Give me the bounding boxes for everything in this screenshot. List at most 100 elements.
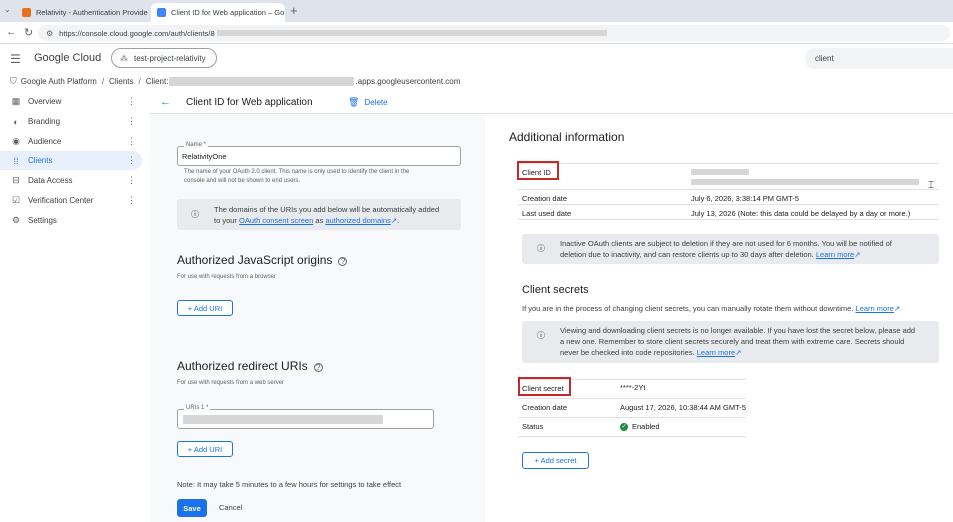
additional-info-title: Additional information	[509, 130, 625, 144]
back-arrow-icon[interactable]: ←	[160, 96, 171, 108]
close-tab-icon[interactable]: ×	[284, 8, 285, 18]
sidebar-item-label: Settings	[28, 216, 57, 225]
client-secrets-sub-text: If you are in the process of changing cl…	[522, 304, 854, 313]
checklist-icon: ☑	[11, 195, 21, 205]
sidebar-item-verification-center[interactable]: ☑ Verification Center ⋮	[0, 191, 142, 210]
add-secret-button[interactable]: + Add secret	[522, 452, 589, 469]
more-vert-icon[interactable]: ⋮	[127, 175, 136, 186]
reload-icon[interactable]: ↻	[24, 26, 33, 39]
name-field-label: Name *	[184, 142, 209, 148]
project-name: test-project-relativity	[134, 53, 206, 63]
name-hint-line-1: The name of your OAuth 2.0 client. This …	[184, 169, 410, 175]
dashboard-icon: ▦	[11, 96, 21, 106]
sidebar-nav: ▦ Overview ⋮ ◐ Branding ⋮ ◉ Audience ⋮ ⁞…	[0, 91, 150, 522]
client-id-row: Client ID	[518, 163, 939, 190]
sidebar-item-audience[interactable]: ◉ Audience ⋮	[0, 132, 142, 151]
authorized-domains-link[interactable]: authorized domains	[325, 216, 390, 225]
rotate-learn-more-link[interactable]: Learn more	[856, 304, 894, 313]
google-cloud-logo[interactable]: Google Cloud	[34, 52, 101, 64]
add-redirect-uri-button[interactable]: + Add URI	[177, 441, 233, 457]
trash-icon: 🗑	[348, 97, 360, 107]
secrets-info-line-1: Viewing and downloading client secrets i…	[560, 326, 916, 335]
info-icon: ⓘ	[537, 331, 545, 340]
relativity-favicon-icon	[22, 8, 31, 17]
sidebar-item-data-access[interactable]: ⊟ Data Access ⋮	[0, 171, 142, 190]
new-tab-plus-icon[interactable]: +	[290, 3, 298, 18]
more-vert-icon[interactable]: ⋮	[127, 155, 136, 166]
secrets-info-box: ⓘ Viewing and downloading client secrets…	[522, 321, 939, 363]
delete-button[interactable]: 🗑 Delete	[348, 97, 388, 108]
redacted-client-id	[169, 76, 355, 86]
google-shield-favicon-icon	[157, 8, 166, 17]
more-vert-icon[interactable]: ⋮	[127, 96, 136, 107]
breadcrumb-separator: /	[138, 76, 141, 86]
sidebar-item-overview[interactable]: ▦ Overview ⋮	[0, 92, 142, 111]
sidebar-item-clients[interactable]: ⁞⁞ Clients ⋮	[0, 151, 142, 170]
creation-date-row: Creation date July 6, 2026, 3:38:14 PM G…	[518, 191, 939, 205]
breadcrumb-clients[interactable]: Clients	[109, 77, 133, 86]
domains-info-box: ⓘ The domains of the URIs you add below …	[177, 199, 461, 230]
url-field[interactable]: ⚙ https://console.cloud.google.com/auth/…	[38, 25, 950, 41]
settings-note: Note: It may take 5 minutes to a few hou…	[177, 480, 402, 489]
hamburger-menu-icon[interactable]: ☰	[10, 52, 21, 66]
last-used-row: Last used date July 13, 2026 (Note: this…	[518, 206, 939, 220]
info-icon: ⓘ	[537, 244, 545, 253]
more-vert-icon[interactable]: ⋮	[127, 195, 136, 206]
page-title-row: ← Client ID for Web application 🗑 Delete	[150, 92, 953, 114]
sidebar-item-label: Data Access	[28, 176, 73, 185]
secrets-learn-more-link[interactable]: Learn more	[697, 348, 735, 357]
js-origins-title: Authorized JavaScript origins	[177, 253, 333, 267]
inactive-learn-more-link[interactable]: Learn more	[816, 250, 854, 259]
save-button[interactable]: Save	[177, 499, 207, 517]
close-tab-icon[interactable]: ×	[148, 8, 150, 18]
back-arrow-icon[interactable]: ←	[6, 26, 17, 38]
info-icon: ⓘ	[191, 210, 199, 219]
tab-list-chevron-icon[interactable]: ⌄	[4, 5, 11, 14]
oauth-consent-screen-link[interactable]: OAuth consent screen	[239, 216, 313, 225]
tab-title: Client ID for Web application – Go	[171, 8, 285, 17]
redirect-uris-heading: Authorized redirect URIs?	[177, 359, 323, 373]
gear-icon: ⚙	[11, 215, 21, 225]
search-value: client	[815, 54, 834, 63]
sidebar-item-settings[interactable]: ⚙ Settings	[0, 211, 142, 230]
help-icon[interactable]: ?	[338, 257, 348, 266]
redacted-url	[216, 30, 607, 36]
search-input[interactable]: client	[805, 48, 953, 69]
sidebar-item-label: Overview	[28, 97, 62, 106]
secret-creation-date-label: Creation date	[522, 403, 568, 412]
tab-title: Relativity - Authentication Provide	[36, 8, 148, 17]
domains-info-line-2: to your	[214, 216, 237, 225]
browser-tab-relativity[interactable]: Relativity - Authentication Provide ×	[16, 3, 150, 22]
more-vert-icon[interactable]: ⋮	[127, 116, 136, 127]
help-icon[interactable]: ?	[313, 363, 323, 372]
status-badge: ✓ Enabled	[620, 422, 660, 431]
domains-as-text: as	[315, 216, 324, 225]
site-info-icon[interactable]: ⚙	[46, 29, 53, 38]
inactive-info-line-2: deletion due to inactivity, and can rest…	[560, 250, 814, 259]
redacted-uri-value	[183, 415, 383, 424]
check-circle-icon: ✓	[620, 422, 628, 431]
add-js-origin-uri-button[interactable]: + Add URI	[177, 300, 233, 316]
external-link-icon: ↗	[893, 304, 901, 313]
sidebar-item-label: Branding	[28, 117, 61, 126]
breadcrumb-root[interactable]: Google Auth Platform	[21, 77, 97, 86]
name-field[interactable]: Name * RelativityOne	[177, 142, 461, 166]
cancel-button[interactable]: Cancel	[219, 503, 242, 512]
grid-icon: ⁞⁞	[13, 155, 19, 166]
redirect-uris-sub: For use with requests from a web server	[177, 380, 285, 386]
js-origins-heading: Authorized JavaScript origins?	[177, 253, 348, 267]
browser-tab-client-id[interactable]: Client ID for Web application – Go ×	[151, 3, 285, 22]
inactive-info-box: ⓘ Inactive OAuth clients are subject to …	[522, 234, 939, 264]
redirect-uris-title: Authorized redirect URIs	[177, 359, 308, 373]
more-vert-icon[interactable]: ⋮	[127, 136, 136, 147]
last-used-label: Last used date	[522, 209, 572, 218]
project-picker[interactable]: ⁂ test-project-relativity	[111, 48, 217, 68]
client-secret-highlight	[518, 377, 571, 396]
inactive-info-line-1: Inactive OAuth clients are subject to de…	[560, 239, 892, 248]
redirect-uri-field[interactable]: URIs 1 *	[177, 405, 434, 429]
status-value: Enabled	[632, 422, 660, 431]
domains-info-line-1: The domains of the URIs you add below wi…	[214, 205, 440, 214]
secret-creation-date-value: August 17, 2026, 10:38:44 AM GMT-5	[620, 403, 746, 412]
sidebar-item-branding[interactable]: ◐ Branding ⋮	[0, 112, 142, 131]
delete-label: Delete	[364, 98, 388, 107]
